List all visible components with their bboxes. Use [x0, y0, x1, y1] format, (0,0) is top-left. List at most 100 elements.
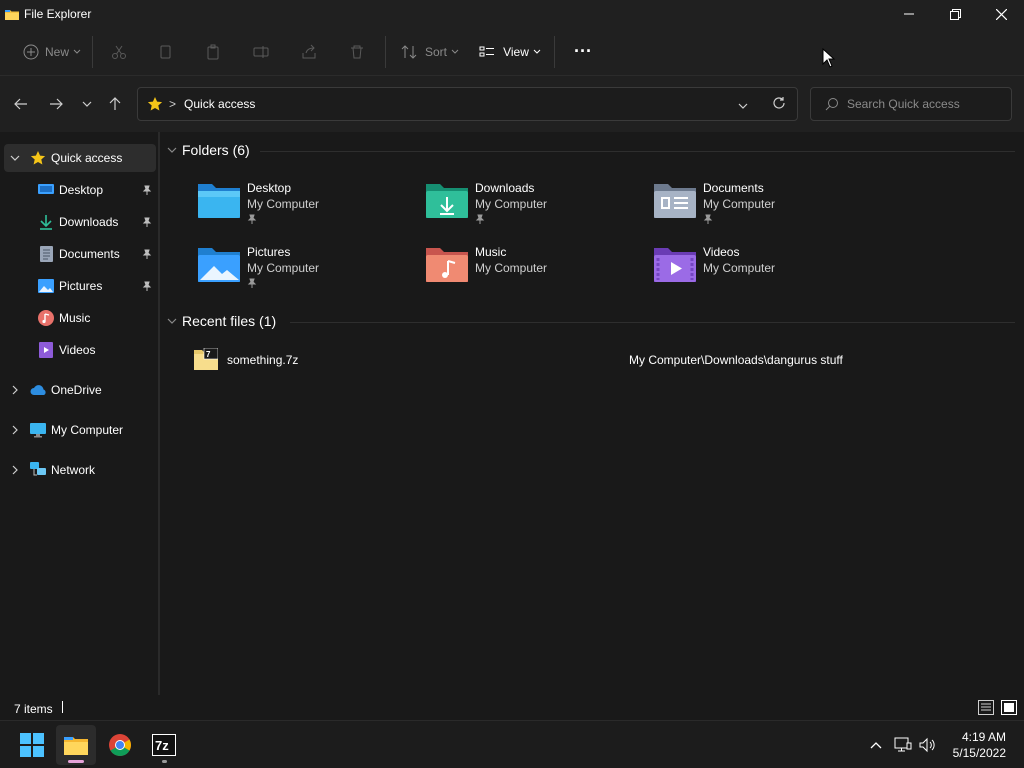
view-list-icon [479, 46, 495, 56]
sidebar-item-onedrive[interactable]: OneDrive [4, 376, 156, 404]
rename-icon [253, 45, 269, 58]
pin-icon [142, 248, 154, 260]
chevron-up-icon [870, 742, 882, 749]
paste-button[interactable] [189, 36, 237, 68]
show-hidden-icons-button[interactable] [866, 735, 886, 755]
7zip-icon: 7z [152, 734, 176, 756]
pin-icon [142, 280, 154, 292]
refresh-icon [773, 97, 785, 109]
folder-tile-desktop[interactable]: Desktop My Computer [196, 180, 416, 236]
folder-location: My Computer [703, 197, 776, 211]
more-options-button[interactable]: ··· [559, 36, 607, 68]
cut-button[interactable] [97, 36, 141, 68]
pin-icon [247, 278, 257, 288]
sidebar-item-music[interactable]: Music [4, 304, 156, 332]
details-view-button[interactable] [978, 700, 994, 715]
back-button[interactable] [10, 93, 32, 115]
active-indicator [68, 760, 84, 763]
up-button[interactable] [104, 93, 126, 115]
sidebar-item-label: Music [59, 311, 91, 325]
refresh-button[interactable] [772, 96, 788, 112]
chevron-right-icon[interactable] [9, 424, 21, 436]
delete-button[interactable] [333, 36, 381, 68]
folder-name: Music [475, 245, 507, 259]
sidebar-item-downloads[interactable]: Downloads [4, 208, 156, 236]
minimize-button[interactable] [886, 0, 932, 28]
folder-location: My Computer [247, 197, 320, 211]
sidebar-item-videos[interactable]: Videos [4, 336, 156, 364]
system-clock[interactable]: 4:19 AM 5/15/2022 [953, 729, 1006, 761]
sidebar-item-label: Quick access [51, 151, 123, 165]
sidebar-item-quick-access[interactable]: Quick access [4, 144, 156, 172]
close-button[interactable] [978, 0, 1024, 28]
sidebar-item-desktop[interactable]: Desktop [4, 176, 156, 204]
sidebar-item-label: Pictures [59, 279, 103, 293]
folder-location: My Computer [475, 197, 548, 211]
folder-tile-documents[interactable]: Documents My Computer [652, 180, 872, 236]
chevron-down-icon [738, 103, 748, 109]
recent-locations-button[interactable] [76, 93, 98, 115]
search-input[interactable] [847, 97, 997, 111]
tiles-view-button[interactable] [1001, 700, 1017, 715]
folder-tile-music[interactable]: Music My Computer [424, 244, 644, 300]
volume-button[interactable] [918, 735, 938, 755]
folders-section-title: Folders (6) [182, 142, 250, 158]
sidebar-item-pictures[interactable]: Pictures [4, 272, 156, 300]
forward-button[interactable] [45, 93, 67, 115]
recent-file-name: something.7z [227, 353, 299, 367]
toolbar-divider [92, 35, 93, 68]
address-bar[interactable]: > Quick access [137, 87, 798, 121]
taskbar-file-explorer[interactable] [56, 725, 96, 765]
chevron-right-icon[interactable] [9, 384, 21, 396]
status-bar: 7 items [0, 695, 1024, 720]
sidebar-item-label: Downloads [59, 215, 119, 229]
sidebar-item-network[interactable]: Network [4, 456, 156, 484]
taskbar-7zip[interactable]: 7z [144, 725, 184, 765]
search-box[interactable] [810, 87, 1012, 121]
rename-button[interactable] [237, 36, 285, 68]
folders-section-header[interactable]: Folders (6) [166, 142, 250, 158]
start-button[interactable] [12, 725, 52, 765]
chevron-down-icon[interactable] [9, 152, 21, 164]
folder-tile-downloads[interactable]: Downloads My Computer [424, 180, 644, 236]
recent-section-title: Recent files (1) [182, 313, 277, 329]
folder-location: My Computer [703, 261, 776, 275]
downloads-folder-icon [426, 184, 468, 218]
sort-button[interactable]: Sort [390, 36, 470, 68]
network-status-button[interactable] [893, 735, 913, 755]
view-button[interactable]: View [470, 36, 550, 68]
folder-tile-videos[interactable]: Videos My Computer [652, 244, 872, 300]
tiles-view-icon [1001, 700, 1017, 715]
arrow-up-icon [109, 97, 121, 110]
clipboard-icon [207, 44, 219, 59]
sidebar-item-label: Desktop [59, 183, 104, 197]
taskbar-chrome[interactable] [100, 725, 140, 765]
title-bar: File Explorer [0, 0, 1024, 28]
folder-name: Documents [703, 181, 764, 195]
computer-icon [30, 422, 46, 438]
file-explorer-icon [64, 737, 88, 755]
desktop-folder-icon [198, 184, 240, 218]
chevron-right-icon[interactable] [9, 464, 21, 476]
breadcrumb-quick-access[interactable]: Quick access [184, 97, 255, 111]
folder-name: Downloads [475, 181, 535, 195]
cloud-icon [30, 382, 46, 398]
copy-button[interactable] [141, 36, 189, 68]
search-icon [825, 98, 838, 111]
new-button[interactable]: New [16, 36, 88, 68]
address-dropdown-button[interactable] [738, 98, 752, 110]
recent-section-header[interactable]: Recent files (1) [166, 313, 276, 329]
status-separator [62, 701, 63, 713]
share-button[interactable] [285, 36, 333, 68]
pin-icon [142, 184, 154, 196]
speaker-icon [919, 737, 935, 753]
recent-file-row[interactable]: 7 something.7z My Computer\Downloads\dan… [190, 346, 1020, 372]
more-icon: ··· [574, 41, 592, 61]
restore-button[interactable] [932, 0, 978, 28]
chrome-icon [109, 734, 131, 756]
chevron-down-icon [73, 49, 81, 54]
chevron-down-icon [451, 49, 459, 54]
folder-tile-pictures[interactable]: Pictures My Computer [196, 244, 416, 300]
sidebar-item-documents[interactable]: Documents [4, 240, 156, 268]
sidebar-item-my-computer[interactable]: My Computer [4, 416, 156, 444]
